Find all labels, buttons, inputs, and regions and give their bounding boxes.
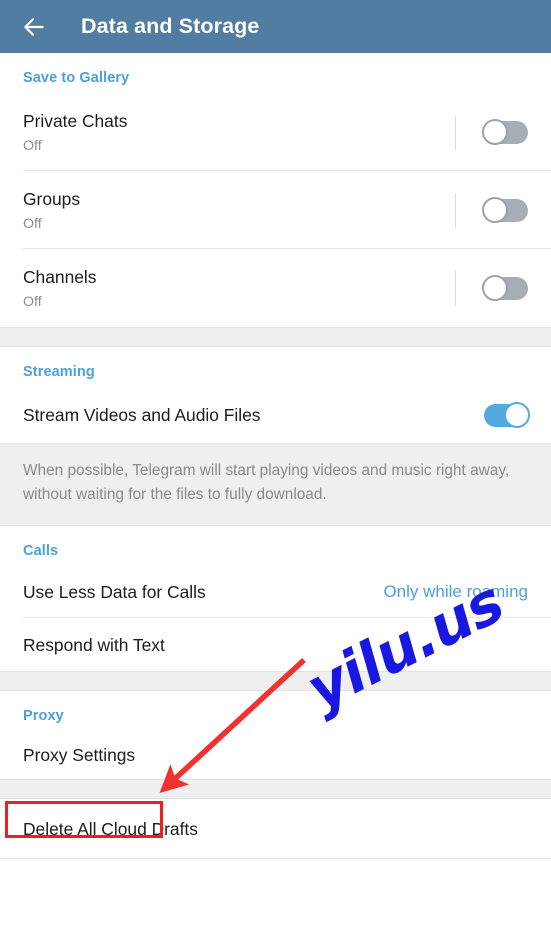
row-delete-all-cloud-drafts[interactable]: Delete All Cloud Drafts (0, 799, 551, 859)
row-title: Proxy Settings (23, 745, 136, 765)
streaming-info-band: When possible, Telegram will start playi… (0, 443, 551, 526)
row-value: Only while roaming (383, 582, 528, 601)
row-proxy-settings[interactable]: Proxy Settings (0, 731, 551, 779)
toggle-channels[interactable] (482, 274, 528, 301)
row-subtitle: Off (23, 215, 42, 232)
toggle-divider (455, 270, 456, 306)
toggle-knob (482, 196, 508, 223)
streaming-info-text: When possible, Telegram will start playi… (23, 462, 510, 503)
toggle-knob (504, 401, 530, 428)
row-respond-with-text[interactable]: Respond with Text (0, 618, 551, 671)
row-channels-toggle-area (455, 270, 528, 306)
toggle-groups[interactable] (482, 196, 528, 223)
page-title: Data and Storage (81, 14, 260, 38)
row-title: Respond with Text (23, 634, 165, 655)
row-title: Channels (23, 266, 97, 287)
section-cloud-drafts: Delete All Cloud Drafts (0, 799, 551, 859)
row-stream-videos-audio[interactable]: Stream Videos and Audio Files (0, 387, 551, 443)
section-proxy: Proxy Proxy Settings (0, 691, 551, 779)
row-groups[interactable]: Groups Off (0, 171, 551, 249)
row-private-chats-toggle-area (455, 114, 528, 150)
row-groups-texts: Groups Off (23, 188, 80, 233)
toggle-divider (455, 114, 456, 150)
section-header-streaming: Streaming (23, 364, 95, 380)
section-streaming: Streaming Stream Videos and Audio Files (0, 347, 551, 443)
row-title: Stream Videos and Audio Files (23, 405, 261, 425)
toggle-divider (455, 192, 456, 228)
row-use-less-data-for-calls[interactable]: Use Less Data for Calls Only while roami… (0, 566, 551, 618)
row-channels[interactable]: Channels Off (0, 249, 551, 327)
row-title: Use Less Data for Calls (23, 582, 206, 602)
toggle-private-chats[interactable] (482, 118, 528, 145)
toggle-knob (482, 118, 508, 145)
section-header-proxy: Proxy (23, 708, 64, 724)
section-header-save-to-gallery: Save to Gallery (23, 70, 130, 86)
section-divider-band (0, 327, 551, 347)
row-private-chats[interactable]: Private Chats Off (0, 93, 551, 171)
row-title: Delete All Cloud Drafts (23, 819, 198, 839)
section-save-to-gallery: Save to Gallery Private Chats Off Groups… (0, 53, 551, 327)
section-divider-band (0, 779, 551, 799)
row-groups-toggle-area (455, 192, 528, 228)
section-calls: Calls Use Less Data for Calls Only while… (0, 526, 551, 671)
row-title: Private Chats (23, 110, 128, 131)
section-divider-band (0, 671, 551, 691)
section-header-calls: Calls (23, 543, 59, 559)
row-subtitle: Off (23, 293, 42, 310)
row-private-chats-texts: Private Chats Off (23, 110, 127, 155)
toggle-knob (482, 274, 508, 301)
arrow-left-icon (21, 14, 47, 40)
row-channels-texts: Channels Off (23, 266, 96, 311)
row-title: Groups (23, 188, 81, 209)
toggle-stream-videos-audio[interactable] (484, 401, 530, 428)
app-toolbar: Data and Storage (0, 0, 551, 53)
row-subtitle: Off (23, 137, 42, 154)
back-button[interactable] (17, 10, 51, 44)
